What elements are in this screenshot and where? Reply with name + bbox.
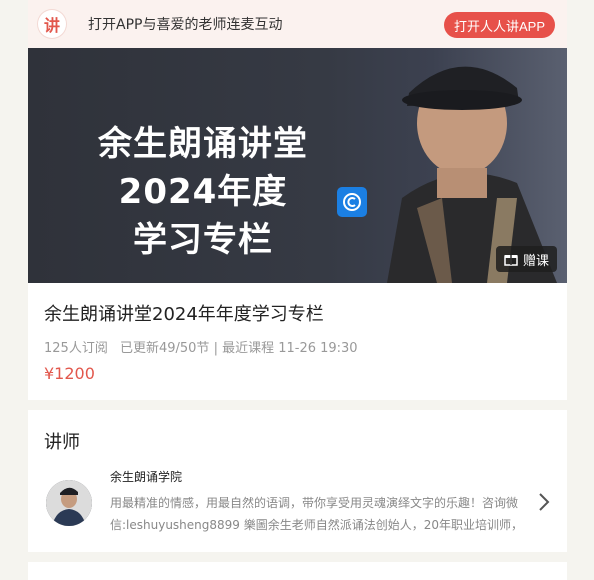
cover-title: 余生朗诵讲堂 2024年度 学习专栏 [68,120,338,264]
chevron-right-icon[interactable] [537,492,551,512]
app-banner-text: 打开APP与喜爱的老师连麦互动 [88,17,283,33]
gift-label: 赠课 [522,253,549,269]
cover-title-line-1: 余生朗诵讲堂 [98,124,308,164]
teacher-description: 用最精准的情感，用最自然的语调，带你享受用灵魂演绎文字的乐趣！咨询微信:lesh… [110,496,524,532]
course-title: 余生朗诵讲堂2024年年度学习专栏 [44,304,324,325]
app-logo-icon: 讲 [38,10,66,38]
course-price: ¥1200 [44,364,95,383]
next-section-card [28,562,567,580]
course-cover[interactable]: 余生朗诵讲堂 2024年度 学习专栏 赠课 [28,48,567,283]
teacher-avatar[interactable] [46,480,92,526]
open-app-button[interactable]: 打开人人讲APP [443,12,555,38]
brand-badge-icon [337,187,367,217]
teacher-name: 余生朗诵学院 [110,470,183,484]
teacher-section-title: 讲师 [44,432,80,453]
subscriber-count: 125人订阅 [44,341,108,356]
course-card: 余生朗诵讲堂 2024年度 学习专栏 赠课 余生朗诵讲堂2024年年度学习专栏 … [28,48,567,400]
teacher-card[interactable]: 讲师 余生朗诵学院 用最精准的情感，用最自然的语调，带你享受用灵魂演绎文字的乐趣… [28,410,567,552]
gift-icon [504,255,518,266]
cover-title-line-2: 2024年度 [118,172,288,212]
update-status: 已更新49/50节 | 最近课程 11-26 19:30 [119,341,358,356]
open-app-banner[interactable]: 讲 打开APP与喜爱的老师连麦互动 打开人人讲APP [28,0,567,48]
gift-course-button[interactable]: 赠课 [495,246,557,272]
cover-title-line-3: 学习专栏 [133,220,273,260]
course-meta: 125人订阅 已更新49/50节 | 最近课程 11-26 19:30 [44,337,366,356]
